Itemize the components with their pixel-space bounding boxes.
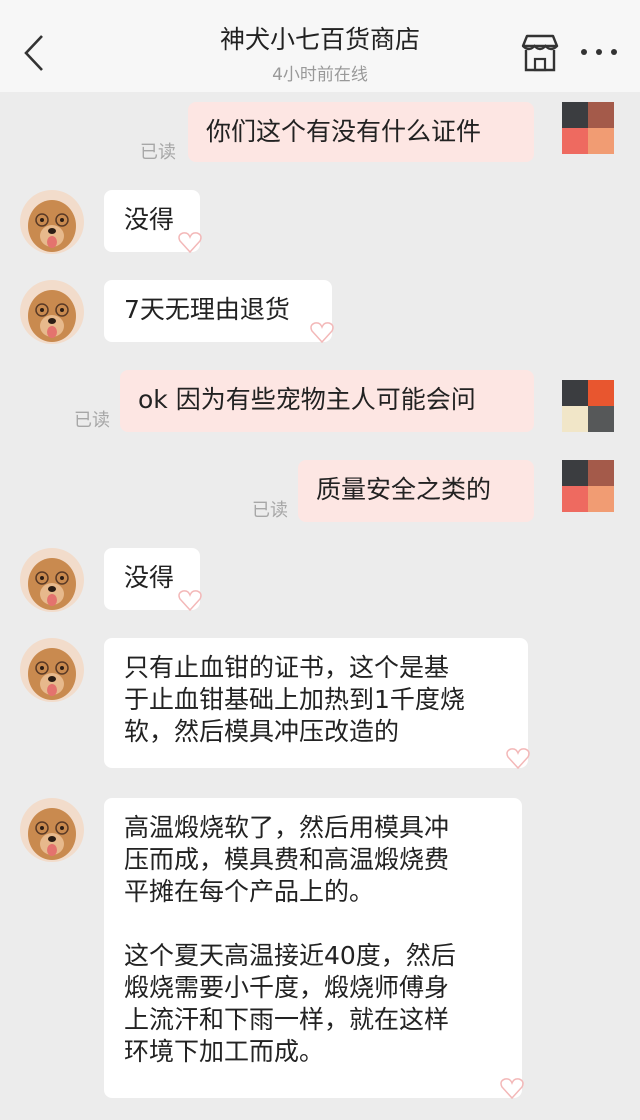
read-receipt: 已读 [252,500,288,521]
outgoing-message[interactable]: 你们这个有没有什么证件 [188,102,534,162]
shop-avatar[interactable] [20,280,84,344]
more-options-icon[interactable] [578,36,622,66]
message-text: 没得 [124,205,175,234]
read-receipt: 已读 [74,410,110,431]
shop-avatar[interactable] [20,638,84,702]
message-line: 煅烧需要小千度，煅烧师傅身 [124,973,450,1002]
shop-avatar[interactable] [20,798,84,862]
user-avatar[interactable] [562,460,614,512]
message-line: 上流汗和下雨一样，就在这样 [124,1005,450,1034]
user-avatar[interactable] [562,102,614,154]
message-line: 这个夏天高温接近40度，然后 [124,941,456,970]
message-text: ok 因为有些宠物主人可能会问 [138,385,476,414]
user-avatar[interactable] [562,380,614,432]
message-line: 于止血钳基础上加热到1千度烧 [124,685,465,714]
incoming-message[interactable]: 只有止血钳的证书，这个是基 于止血钳基础上加热到1千度烧 软，然后模具冲压改造的 [104,638,528,768]
message-line: 软，然后模具冲压改造的 [124,717,400,746]
heart-watermark-icon [308,318,336,346]
heart-watermark-icon [176,586,204,614]
chat-header: 神犬小七百货商店 4小时前在线 [0,0,640,92]
message-line: 只有止血钳的证书，这个是基 [124,653,450,682]
message-line: 环境下加工而成。 [124,1037,325,1066]
outgoing-message[interactable]: 质量安全之类的 [298,460,534,522]
message-line: 平摊在每个产品上的。 [124,877,375,906]
message-line: 压而成，模具费和高温煅烧费 [124,845,450,874]
incoming-message[interactable]: 7天无理由退货 [104,280,332,342]
heart-watermark-icon [176,228,204,256]
store-icon[interactable] [518,32,562,74]
heart-watermark-icon [504,744,532,772]
read-receipt: 已读 [140,142,176,163]
message-text: 7天无理由退货 [124,295,290,324]
message-text: 没得 [124,563,175,592]
message-line: 高温煅烧软了，然后用模具冲 [124,813,450,842]
shop-avatar[interactable] [20,190,84,254]
outgoing-message[interactable]: ok 因为有些宠物主人可能会问 [120,370,534,432]
shop-avatar[interactable] [20,548,84,612]
heart-watermark-icon [498,1074,526,1102]
message-text: 质量安全之类的 [316,475,492,504]
incoming-message[interactable]: 高温煅烧软了，然后用模具冲 压而成，模具费和高温煅烧费 平摊在每个产品上的。 这… [104,798,522,1098]
message-text: 你们这个有没有什么证件 [206,117,482,146]
